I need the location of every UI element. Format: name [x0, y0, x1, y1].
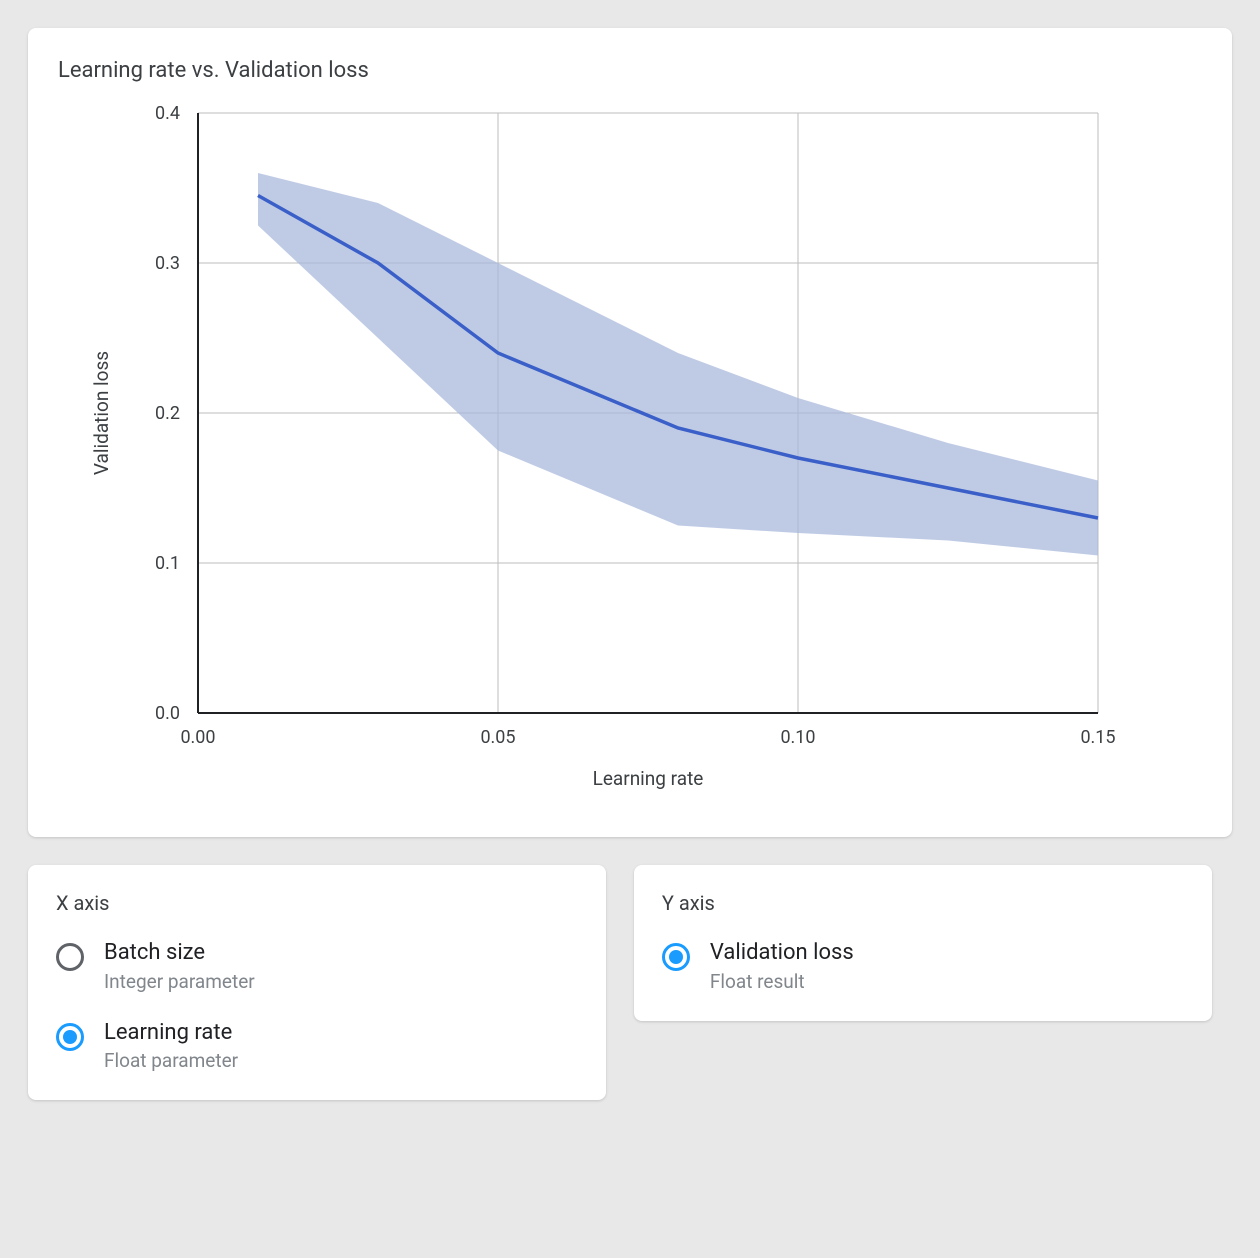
x-axis-option-batch-size[interactable]: Batch size Integer parameter	[56, 939, 578, 993]
svg-text:0.4: 0.4	[155, 103, 180, 124]
svg-text:0.05: 0.05	[480, 727, 515, 748]
chart-card: Learning rate vs. Validation loss 0.0 0.1…	[28, 28, 1232, 837]
radio-sublabel: Float result	[710, 970, 854, 993]
svg-text:0.3: 0.3	[155, 253, 180, 274]
radio-label-group: Validation loss Float result	[710, 939, 854, 993]
y-axis-heading: Y axis	[662, 891, 1184, 915]
chart-plot-area: 0.0 0.1 0.2 0.3 0.4 0.00 0.05 0.10 0.15 Learning …	[58, 103, 1202, 807]
radio-icon	[56, 943, 84, 971]
radio-sublabel: Float parameter	[104, 1049, 238, 1072]
x-axis-card: X axis Batch size Integer parameter Lear…	[28, 865, 606, 1100]
radio-label: Learning rate	[104, 1019, 238, 1048]
svg-text:Learning rate: Learning rate	[593, 767, 704, 790]
svg-text:0.1: 0.1	[155, 553, 180, 574]
radio-label-group: Batch size Integer parameter	[104, 939, 255, 993]
radio-icon	[56, 1023, 84, 1051]
radio-label-group: Learning rate Float parameter	[104, 1019, 238, 1073]
y-axis-card: Y axis Validation loss Float result	[634, 865, 1212, 1021]
x-axis-option-learning-rate[interactable]: Learning rate Float parameter	[56, 1019, 578, 1073]
x-axis-heading: X axis	[56, 891, 578, 915]
svg-text:Validation loss: Validation loss	[90, 351, 113, 475]
svg-text:0.2: 0.2	[155, 403, 180, 424]
svg-text:0.0: 0.0	[155, 703, 180, 724]
svg-text:0.00: 0.00	[180, 727, 215, 748]
svg-text:0.10: 0.10	[780, 727, 815, 748]
axis-selectors-row: X axis Batch size Integer parameter Lear…	[28, 865, 1232, 1100]
radio-label: Batch size	[104, 939, 255, 968]
radio-sublabel: Integer parameter	[104, 970, 255, 993]
chart-svg: 0.0 0.1 0.2 0.3 0.4 0.00 0.05 0.10 0.15 Learning …	[58, 103, 1158, 803]
y-axis-option-validation-loss[interactable]: Validation loss Float result	[662, 939, 1184, 993]
svg-text:0.15: 0.15	[1080, 727, 1115, 748]
chart-title: Learning rate vs. Validation loss	[58, 58, 1202, 83]
radio-label: Validation loss	[710, 939, 854, 968]
radio-icon	[662, 943, 690, 971]
